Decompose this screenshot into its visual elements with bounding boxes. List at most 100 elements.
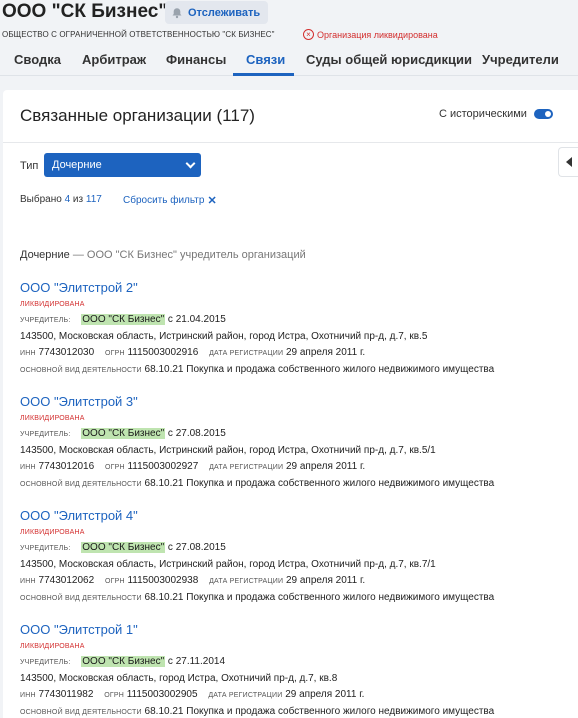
org-ids-row: ИНН 7743012016 ОГРН 1115003002927 Дата р… [20,461,570,474]
activity-value: 68.10.21 Покупка и продажа собственного … [144,478,495,489]
org-status: ЛИКВИДИРОВАНА [20,643,85,650]
founder-name[interactable]: ООО "СК Бизнес" [81,314,166,325]
side-panel-toggle[interactable] [558,147,578,177]
founder-since: с 27.11.2014 [167,656,226,667]
org-activity-row: Основной вид деятельности 68.10.21 Покуп… [20,364,570,377]
company-name: ООО "СК Бизнес" [2,1,168,22]
org-address: 143500, Московская область, город Истра,… [20,673,338,684]
ogrn-value: 1115003002927 [127,461,199,472]
related-orgs-panel: Связанные организации (117) С историческ… [3,90,578,718]
historical-toggle-label: С историческими [439,108,527,120]
org-status: ЛИКВИДИРОВАНА [20,529,85,536]
founder-label: Учредитель: [20,659,71,666]
historical-toggle[interactable] [534,109,553,119]
chevron-down-icon [185,158,196,169]
inn-value: 7743012062 [38,575,95,586]
selected-total: 117 [85,194,102,205]
active-tab-indicator [233,73,294,76]
reg-date-value: 29 апреля 2011 г. [285,347,366,358]
founder-name[interactable]: ООО "СК Бизнес" [81,428,166,439]
reg-date-value: 29 апреля 2011 г. [285,689,365,700]
inn-value: 7743011982 [38,689,94,700]
type-filter-select[interactable]: Дочерние [44,153,201,177]
founder-label: Учредитель: [20,317,71,324]
inn-label: ИНН [20,692,36,699]
list-item: ООО "Элитстрой 1" ЛИКВИДИРОВАНА Учредите… [20,622,570,718]
org-ids-row: ИНН 7743011982 ОГРН 1115003002905 Дата р… [20,689,570,702]
inn-label: ИНН [20,578,36,585]
ogrn-label: ОГРН [104,350,125,357]
founder-label: Учредитель: [20,431,71,438]
org-ids-row: ИНН 7743012062 ОГРН 1115003002938 Дата р… [20,575,570,588]
activity-label: Основной вид деятельности [20,595,142,602]
ogrn-value: 1115003002905 [126,689,198,700]
list-item: ООО "Элитстрой 2" ЛИКВИДИРОВАНА Учредите… [20,280,570,377]
reg-date-value: 29 апреля 2011 г. [285,575,366,586]
activity-value: 68.10.21 Покупка и продажа собственного … [144,706,495,717]
activity-value: 68.10.21 Покупка и продажа собственного … [144,592,495,603]
selected-number: 4 [64,194,71,205]
section-title: Дочерние [20,249,70,261]
founder-since: с 21.04.2015 [167,314,226,325]
org-status: ЛИКВИДИРОВАНА [20,301,85,308]
section-heading: Дочерние — ООО "СК Бизнес" учредитель ор… [20,249,306,261]
org-name-link[interactable]: ООО "Элитстрой 2" [20,280,570,295]
chevron-left-icon [565,157,572,167]
org-activity-row: Основной вид деятельности 68.10.21 Покуп… [20,592,570,605]
founder-since: с 27.08.2015 [167,428,226,439]
org-founder-row: Учредитель: ООО "СК Бизнес" с 21.04.2015 [20,314,570,327]
org-name-link[interactable]: ООО "Элитстрой 1" [20,622,570,637]
inn-label: ИНН [20,464,36,471]
activity-label: Основной вид деятельности [20,367,142,374]
bell-icon [172,7,182,18]
reg-date-value: 29 апреля 2011 г. [285,461,366,472]
track-button-label: Отслеживать [188,6,261,19]
ogrn-label: ОГРН [104,464,125,471]
company-full-name: ОБЩЕСТВО С ОГРАНИЧЕННОЙ ОТВЕТСТВЕННОСТЬЮ… [2,30,275,39]
founder-since: с 27.08.2015 [167,542,226,553]
track-button[interactable]: Отслеживать [165,1,269,24]
ogrn-label: ОГРН [104,578,125,585]
company-header: ООО "СК Бизнес" Отслеживать ОБЩЕСТВО С О… [0,0,578,90]
divider [3,142,578,143]
founder-name[interactable]: ООО "СК Бизнес" [81,656,166,667]
org-founder-row: Учредитель: ООО "СК Бизнес" с 27.08.2015 [20,542,570,555]
org-name-link[interactable]: ООО "Элитстрой 3" [20,394,570,409]
tab-bar: Сводка Арбитраж Финансы Связи Суды общей… [0,46,578,76]
founder-label: Учредитель: [20,545,71,552]
tab-general-courts[interactable]: Суды общей юрисдикции [306,52,472,67]
close-icon: ✕ [207,195,217,207]
org-address: 143500, Московская область, Истринский р… [20,559,436,570]
reg-date-label: Дата регистрации [209,578,284,585]
reset-filter-label: Сбросить фильтр [123,195,205,206]
founder-name[interactable]: ООО "СК Бизнес" [81,542,166,553]
activity-value: 68.10.21 Покупка и продажа собственного … [144,364,495,375]
tab-founders[interactable]: Учредители [482,52,559,67]
activity-label: Основной вид деятельности [20,709,142,716]
selected-count: Выбрано 4 из 117 [20,194,102,205]
org-status: ЛИКВИДИРОВАНА [20,415,85,422]
activity-label: Основной вид деятельности [20,481,142,488]
org-address: 143500, Московская область, Истринский р… [20,445,436,456]
status-text: Организация ликвидирована [317,29,438,40]
org-address: 143500, Московская область, Истринский р… [20,331,428,342]
org-founder-row: Учредитель: ООО "СК Бизнес" с 27.08.2015 [20,428,570,441]
org-ids-row: ИНН 7743012030 ОГРН 1115003002916 Дата р… [20,347,570,360]
section-subtitle: — ООО "СК Бизнес" учредитель организаций [72,249,306,261]
panel-title: Связанные организации (117) [20,106,255,125]
list-item: ООО "Элитстрой 4" ЛИКВИДИРОВАНА Учредите… [20,508,570,605]
tab-relations[interactable]: Связи [246,52,285,67]
inn-value: 7743012030 [38,347,95,358]
tab-finance[interactable]: Финансы [166,52,226,67]
reset-filter-link[interactable]: Сбросить фильтр ✕ [123,194,217,207]
ogrn-value: 1115003002938 [127,575,199,586]
list-item: ООО "Элитстрой 3" ЛИКВИДИРОВАНА Учредите… [20,394,570,491]
tab-arbitration[interactable]: Арбитраж [82,52,146,67]
selected-of: из [72,194,84,205]
org-name-link[interactable]: ООО "Элитстрой 4" [20,508,570,523]
ogrn-label: ОГРН [104,692,124,699]
reg-date-label: Дата регистрации [208,692,283,699]
type-filter-label: Тип [20,160,39,172]
tab-summary[interactable]: Сводка [14,52,61,67]
inn-label: ИНН [20,350,36,357]
